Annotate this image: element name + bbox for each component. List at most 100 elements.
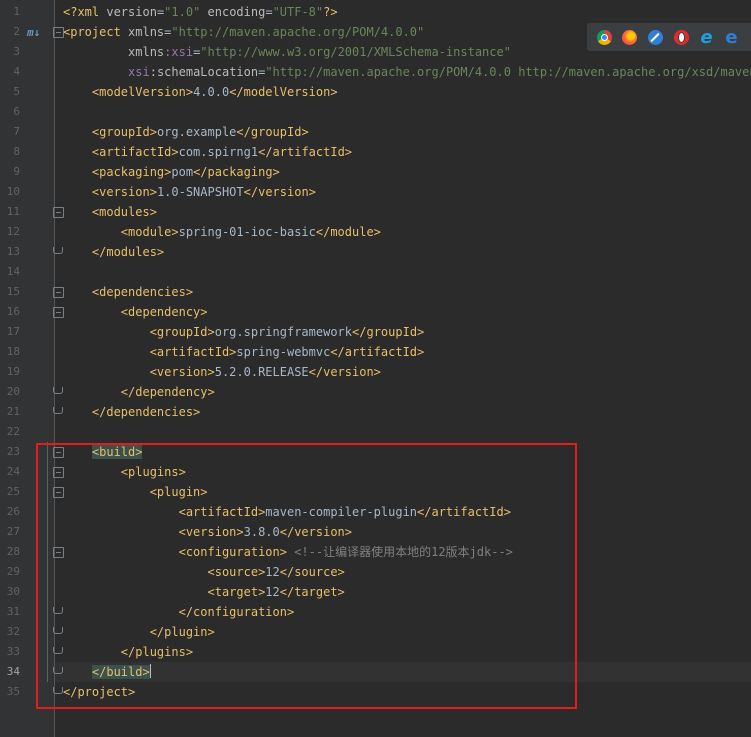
code-line[interactable]: 15 <dependencies> [0,282,751,302]
ie-icon[interactable]: e [699,29,714,47]
code-line[interactable]: 14 [0,262,751,282]
code-token: </build> [91,665,150,679]
line-code[interactable]: </project> [63,682,135,702]
chrome-icon[interactable] [597,30,612,45]
code-token: org.springframework [214,325,353,339]
line-code[interactable]: </configuration> [63,602,295,622]
fold-end-icon[interactable] [53,607,63,614]
fold-collapse-icon[interactable] [53,487,64,498]
fold-collapse-icon[interactable] [53,447,64,458]
line-code[interactable]: <configuration> <!--让编译器使用本地的12版本jdk--> [63,542,513,562]
fold-collapse-icon[interactable] [53,307,64,318]
maven-icon-arrow: ↓ [33,26,41,39]
fold-end-icon[interactable] [53,247,63,254]
line-code[interactable]: <dependency> [63,302,208,322]
line-code[interactable]: <source>12</source> [63,562,345,582]
fold-end-icon[interactable] [53,687,63,694]
code-line[interactable]: 19 <version>5.2.0.RELEASE</version> [0,362,751,382]
fold-end-icon[interactable] [53,387,63,394]
code-token: <artifactId> [91,145,179,159]
line-code[interactable]: xmlns:xsi="http://www.w3.org/2001/XMLSch… [63,42,511,62]
code-token: </plugin> [149,625,215,639]
line-code[interactable]: </plugin> [63,622,215,642]
code-line[interactable]: 21 </dependencies> [0,402,751,422]
edge-icon[interactable]: e [724,29,739,47]
fold-collapse-icon[interactable] [53,547,64,558]
line-code[interactable]: <groupId>org.springframework</groupId> [63,322,425,342]
code-line[interactable]: 17 <groupId>org.springframework</groupId… [0,322,751,342]
line-code[interactable]: <plugins> [63,462,186,482]
code-token: </project> [63,685,136,699]
code-line[interactable]: 35 </project> [0,682,751,702]
code-line[interactable]: 8 <artifactId>com.spirng1</artifactId> [0,142,751,162]
code-token: <artifactId> [178,505,266,519]
code-line[interactable]: 7 <groupId>org.example</groupId> [0,122,751,142]
code-line[interactable]: 9 <packaging>pom</packaging> [0,162,751,182]
fold-end-icon[interactable] [53,407,63,414]
code-editor[interactable]: 1 <?xml version="1.0" encoding="UTF-8"?> 2… [0,0,751,737]
firefox-icon[interactable] [622,30,637,45]
line-code[interactable]: <groupId>org.example</groupId> [63,122,309,142]
line-code[interactable]: </dependency> [63,382,215,402]
line-code[interactable]: <project xmlns="http://maven.apache.org/… [63,22,424,42]
line-code[interactable]: xsi:schemaLocation="http://maven.apache.… [63,62,751,82]
line-code[interactable]: <plugin> [63,482,208,502]
line-code[interactable]: <modelVersion>4.0.0</modelVersion> [63,82,338,102]
fold-end-icon[interactable] [53,667,63,674]
code-line[interactable]: 6 [0,102,751,122]
fold-collapse-icon[interactable] [53,467,64,478]
code-token: version [106,5,157,19]
line-code[interactable]: <artifactId>maven-compiler-plugin</artif… [63,502,511,522]
code-line[interactable]: 26 <artifactId>maven-compiler-plugin</ar… [0,502,751,522]
code-line[interactable]: 32 </plugin> [0,622,751,642]
code-line[interactable]: 31 </configuration> [0,602,751,622]
code-line[interactable]: 22 [0,422,751,442]
line-code[interactable]: </build> [63,662,151,682]
fold-collapse-icon[interactable] [53,27,64,38]
line-code[interactable]: <packaging>pom</packaging> [63,162,280,182]
code-line[interactable]: 12 <module>spring-01-ioc-basic</module> [0,222,751,242]
code-line[interactable]: 23 <build> [0,442,751,462]
code-line[interactable]: 10 <version>1.0-SNAPSHOT</version> [0,182,751,202]
line-code[interactable]: <module>spring-01-ioc-basic</module> [63,222,381,242]
line-code[interactable]: </dependencies> [63,402,200,422]
code-line[interactable]: 1 <?xml version="1.0" encoding="UTF-8"?> [0,2,751,22]
code-line[interactable]: 27 <version>3.8.0</version> [0,522,751,542]
code-line[interactable]: 33 </plugins> [0,642,751,662]
fold-end-icon[interactable] [53,627,63,634]
code-line[interactable]: 5 <modelVersion>4.0.0</modelVersion> [0,82,751,102]
code-line[interactable]: 13 </modules> [0,242,751,262]
opera-icon[interactable] [674,30,689,45]
line-code[interactable]: <?xml version="1.0" encoding="UTF-8"?> [63,2,338,22]
code-line[interactable]: 34 </build> [0,662,751,682]
line-number: 6 [13,105,20,118]
line-code[interactable]: <version>3.8.0</version> [63,522,352,542]
line-code[interactable]: <artifactId>com.spirng1</artifactId> [63,142,352,162]
code-line[interactable]: 20 </dependency> [0,382,751,402]
code-line[interactable]: 24 <plugins> [0,462,751,482]
line-code[interactable]: </plugins> [63,642,193,662]
line-code[interactable]: </modules> [63,242,164,262]
line-code[interactable]: <modules> [63,202,157,222]
fold-end-icon[interactable] [53,647,63,654]
code-line[interactable]: 4 xsi:schemaLocation="http://maven.apach… [0,62,751,82]
code-line[interactable]: 25 <plugin> [0,482,751,502]
code-line[interactable]: 28 <configuration> <!--让编译器使用本地的12版本jdk-… [0,542,751,562]
code-line[interactable]: 29 <source>12</source> [0,562,751,582]
code-line[interactable]: 16 <dependency> [0,302,751,322]
line-code[interactable]: <version>5.2.0.RELEASE</version> [63,362,381,382]
line-code[interactable]: <build> [63,442,143,462]
line-code[interactable]: <target>12</target> [63,582,345,602]
code-line[interactable]: 11 <modules> [0,202,751,222]
safari-icon[interactable] [648,30,663,45]
fold-collapse-icon[interactable] [53,207,64,218]
line-code[interactable]: <artifactId>spring-webmvc</artifactId> [63,342,425,362]
code-line[interactable]: 30 <target>12</target> [0,582,751,602]
fold-collapse-icon[interactable] [53,287,64,298]
maven-icon[interactable]: m↓ [27,26,40,39]
code-line[interactable]: 18 <artifactId>spring-webmvc</artifactId… [0,342,751,362]
line-code[interactable]: <version>1.0-SNAPSHOT</version> [63,182,316,202]
line-code[interactable]: <dependencies> [63,282,193,302]
